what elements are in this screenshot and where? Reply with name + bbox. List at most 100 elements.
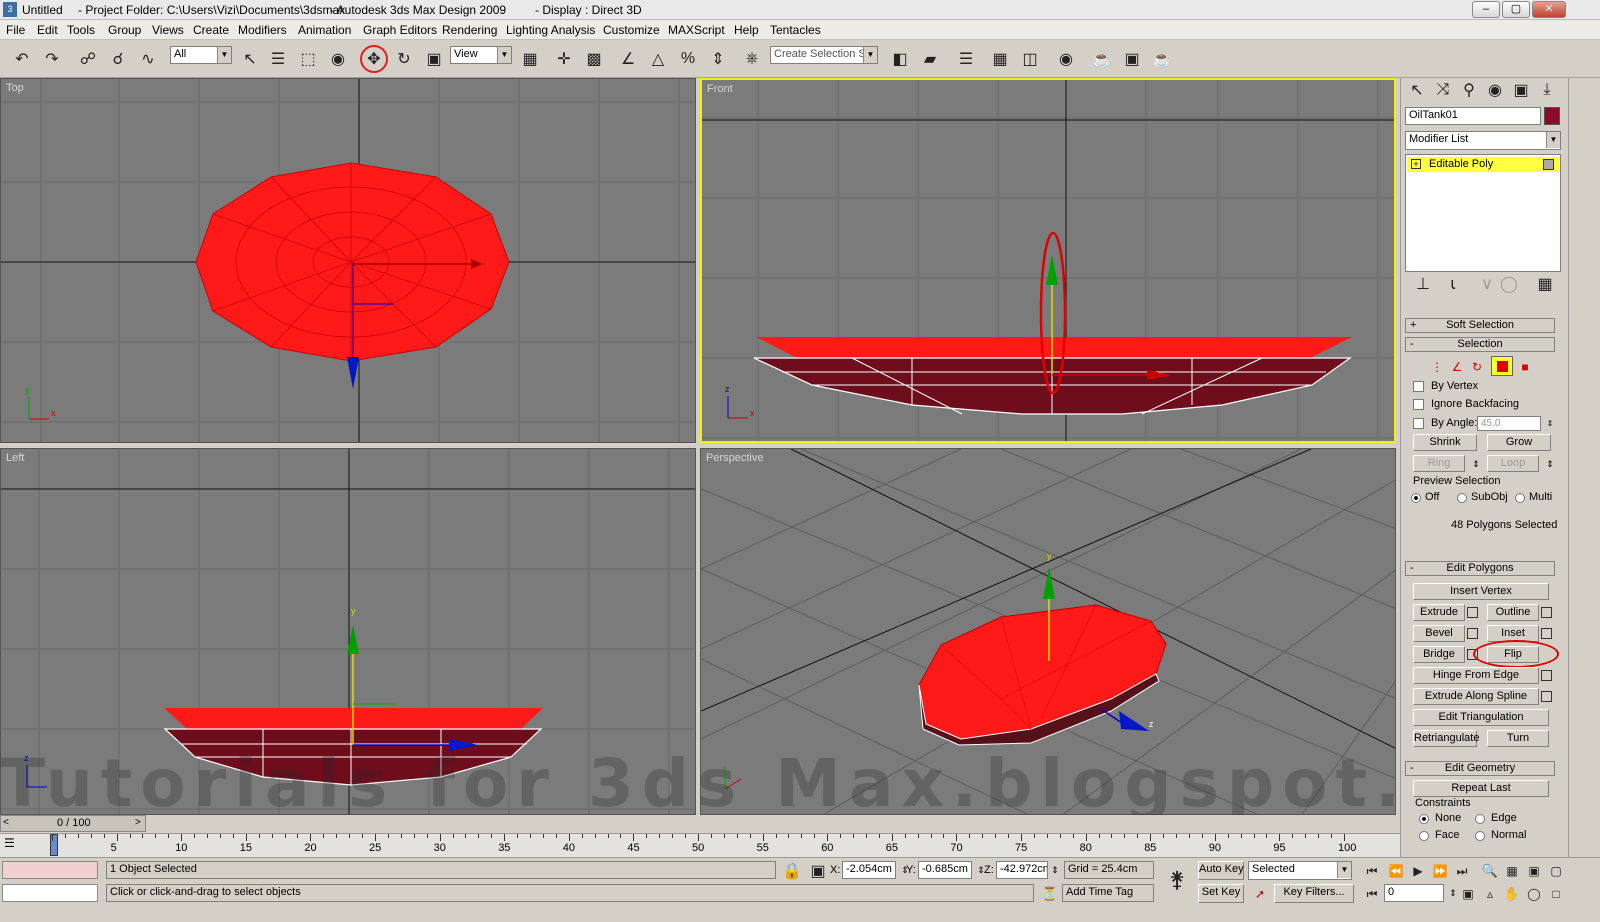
viewport-perspective[interactable]: y z Perspective xyxy=(700,448,1396,815)
maximize-viewport-icon[interactable]: □ xyxy=(1544,882,1568,906)
play-icon[interactable]: ▶ xyxy=(1406,859,1430,883)
bridge-button[interactable]: Bridge xyxy=(1413,646,1465,663)
by-angle-spinner[interactable]: ⇕ xyxy=(1541,416,1559,431)
border-mode-icon[interactable]: ↻ xyxy=(1465,355,1489,379)
menu-create[interactable]: Create xyxy=(193,23,229,37)
goto-end-icon[interactable]: ⏭ xyxy=(1450,859,1474,883)
layer-manager-icon[interactable]: ☰ xyxy=(954,47,978,71)
keyboard-shortcut-icon[interactable]: ▩ xyxy=(582,47,606,71)
menu-graph-editors[interactable]: Graph Editors xyxy=(363,23,437,37)
polygon-mode-button[interactable] xyxy=(1491,356,1513,376)
extrude-along-spline-button[interactable]: Extrude Along Spline xyxy=(1413,688,1539,705)
grow-button[interactable]: Grow xyxy=(1487,434,1551,451)
add-time-tag-button[interactable]: Add Time Tag xyxy=(1062,884,1154,902)
undo-icon[interactable]: ↶ xyxy=(10,47,34,71)
extrude-settings-icon[interactable] xyxy=(1467,607,1478,618)
shrink-button[interactable]: Shrink xyxy=(1413,434,1477,451)
zoom-extents-icon[interactable]: ▣ xyxy=(1522,859,1546,883)
menu-animation[interactable]: Animation xyxy=(298,23,351,37)
bevel-settings-icon[interactable] xyxy=(1467,628,1478,639)
prev-frame-icon[interactable]: ⏪ xyxy=(1384,859,1408,883)
ring-spinner[interactable]: ⇕ xyxy=(1467,455,1485,473)
angle-snap-icon[interactable]: △ xyxy=(646,47,670,71)
key-mode-toggle-icon[interactable]: ⏮ xyxy=(1360,882,1384,906)
y-coord-field[interactable]: -0.685cm xyxy=(918,861,972,879)
maximize-button[interactable]: ▢ xyxy=(1502,1,1530,18)
auto-key-button[interactable]: Auto Key xyxy=(1198,861,1244,880)
maxscript-input-mini[interactable] xyxy=(2,884,98,902)
reference-coordinate-dropdown[interactable]: View ▼ xyxy=(450,46,512,64)
selection-lock-icon[interactable]: 🔒 xyxy=(780,859,804,883)
orbit-icon[interactable]: ◯ xyxy=(1522,882,1546,906)
z-coord-field[interactable]: -42.972cm xyxy=(996,861,1048,879)
modify-tab-icon[interactable]: ⤨ xyxy=(1431,78,1455,102)
mirror-icon[interactable]: ◧ xyxy=(888,47,912,71)
zoom-extents-all-icon[interactable]: ▢ xyxy=(1544,859,1568,883)
motion-tab-icon[interactable]: ◉ xyxy=(1483,78,1507,102)
percent-snap-icon[interactable]: % xyxy=(676,47,700,71)
default-tangent-icon[interactable]: ➚ xyxy=(1248,882,1272,906)
loop-spinner[interactable]: ⇕ xyxy=(1541,455,1559,473)
material-editor-icon[interactable]: ◉ xyxy=(1054,47,1078,71)
rotate-icon[interactable]: ↻ xyxy=(392,47,416,71)
selection-filter-dropdown[interactable]: All ▼ xyxy=(170,46,232,64)
menu-tentacles[interactable]: Tentacles xyxy=(770,23,821,37)
constraint-normal-radio[interactable] xyxy=(1475,831,1485,841)
constraint-edge-radio[interactable] xyxy=(1475,814,1485,824)
menu-edit[interactable]: Edit xyxy=(37,23,58,37)
modifier-list-dropdown[interactable]: Modifier List ▼ xyxy=(1405,131,1561,150)
set-key-button[interactable]: Set Key xyxy=(1198,884,1244,903)
selection-rollout[interactable]: - Selection xyxy=(1405,337,1555,352)
close-button[interactable]: ✕ xyxy=(1532,1,1566,18)
insert-vertex-button[interactable]: Insert Vertex xyxy=(1413,583,1549,600)
element-mode-icon[interactable]: ■ xyxy=(1513,355,1537,379)
by-vertex-checkbox[interactable] xyxy=(1413,381,1424,392)
schematic-view-icon[interactable]: ◫ xyxy=(1018,47,1042,71)
viewport-left-label[interactable]: Left xyxy=(6,452,24,464)
hinge-settings-icon[interactable] xyxy=(1541,670,1552,681)
spinner-snap-icon[interactable]: ⇕ xyxy=(706,47,730,71)
time-slider-next-icon[interactable]: > xyxy=(135,817,141,828)
command-panel-scrollbar[interactable] xyxy=(1568,78,1600,858)
object-color-swatch[interactable] xyxy=(1544,107,1560,125)
render-setup-icon[interactable]: ☕ xyxy=(1090,47,1114,71)
edit-polygons-rollout[interactable]: - Edit Polygons xyxy=(1405,561,1555,576)
pivot-icon[interactable]: ▦ xyxy=(518,47,542,71)
configure-sets-icon[interactable]: ▦ xyxy=(1533,272,1557,296)
move-icon[interactable]: ✥ xyxy=(360,45,388,73)
preview-off-radio[interactable] xyxy=(1411,493,1421,503)
pin-stack-icon[interactable]: ⊥ xyxy=(1411,272,1435,296)
extrude-button[interactable]: Extrude xyxy=(1413,604,1465,621)
mini-curve-editor-icon[interactable]: ☰ xyxy=(4,836,30,854)
constraint-face-radio[interactable] xyxy=(1419,831,1429,841)
hinge-from-edge-button[interactable]: Hinge From Edge xyxy=(1413,667,1539,684)
utilities-tab-icon[interactable]: ⤓ xyxy=(1535,78,1559,102)
viewport-front-label[interactable]: Front xyxy=(707,83,733,95)
snap3-icon[interactable]: ∠ xyxy=(616,47,640,71)
ignore-backfacing-checkbox[interactable] xyxy=(1413,399,1424,410)
next-frame-icon[interactable]: ⏩ xyxy=(1428,859,1452,883)
manipulate-icon[interactable]: ✛ xyxy=(552,47,576,71)
time-slider[interactable]: < 0 / 100 > xyxy=(0,815,146,832)
viewport-left[interactable]: y z Left xyxy=(0,448,696,815)
retriangulate-button[interactable]: Retriangulate xyxy=(1413,730,1479,747)
edit-geometry-rollout[interactable]: - Edit Geometry xyxy=(1405,761,1555,776)
zoom-icon[interactable]: 🔍 xyxy=(1478,859,1502,883)
menu-maxscript[interactable]: MAXScript xyxy=(668,23,725,37)
menu-customize[interactable]: Customize xyxy=(603,23,660,37)
stack-toggle-icon[interactable] xyxy=(1543,159,1554,170)
stack-item-editable-poly[interactable]: + Editable Poly xyxy=(1407,157,1559,172)
menu-rendering[interactable]: Rendering xyxy=(442,23,497,37)
inset-settings-icon[interactable] xyxy=(1541,628,1552,639)
key-mode-dropdown[interactable]: Selected ▼ xyxy=(1248,861,1352,880)
menu-tools[interactable]: Tools xyxy=(67,23,95,37)
create-tab-icon[interactable]: ↖ xyxy=(1405,78,1429,102)
viewport-front[interactable]: x z Front xyxy=(700,78,1396,443)
time-config-icon[interactable]: ▣ xyxy=(1456,882,1480,906)
display-tab-icon[interactable]: ▣ xyxy=(1509,78,1533,102)
make-unique-icon[interactable]: ∨ xyxy=(1475,272,1499,296)
by-angle-input[interactable]: 45.0 xyxy=(1477,416,1541,431)
bevel-button[interactable]: Bevel xyxy=(1413,625,1465,642)
x-coord-field[interactable]: -2.054cm xyxy=(842,861,896,879)
menu-help[interactable]: Help xyxy=(734,23,759,37)
